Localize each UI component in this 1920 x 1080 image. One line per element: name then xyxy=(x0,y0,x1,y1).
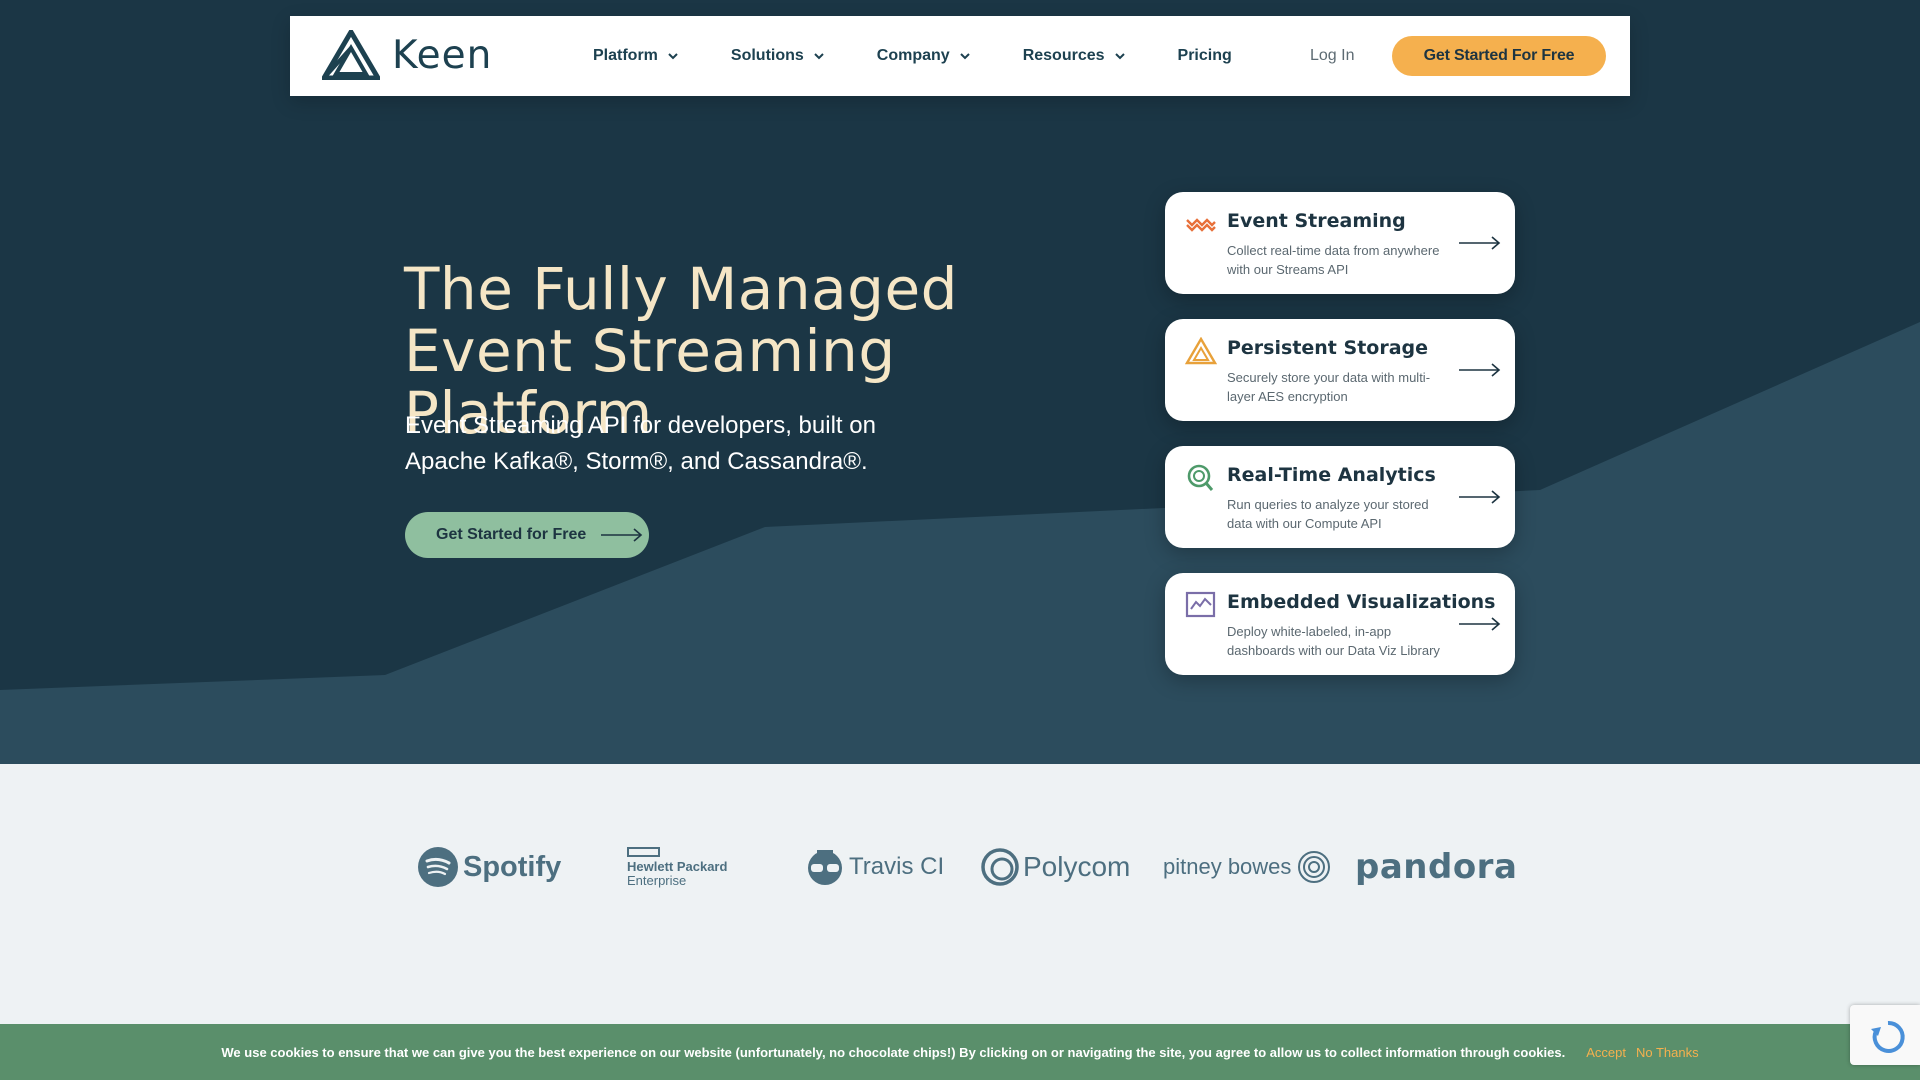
feature-card-title: Persistent Storage xyxy=(1227,337,1429,359)
feature-card-description: Deploy white-labeled, in-app dashboards … xyxy=(1227,624,1440,658)
pitney-bowes-icon xyxy=(1298,851,1331,883)
travis-mascot-icon xyxy=(808,850,842,885)
recaptcha-icon xyxy=(1871,1020,1905,1053)
feature-card-description: Run queries to analyze your stored data … xyxy=(1227,497,1429,531)
pandora-logo: pandora xyxy=(1355,842,1517,892)
hero-subtitle: Event Streaming API for developers, buil… xyxy=(405,412,876,475)
get-started-nav-button[interactable]: Get Started For Free xyxy=(1392,36,1606,76)
polycom-logo-text: Polycom xyxy=(1023,851,1131,882)
travis-ci-logo: Travis CI xyxy=(805,842,944,892)
feature-card-persistent-storage[interactable]: Persistent Storage Securely store your d… xyxy=(1165,319,1515,421)
hero-section: Keen Platform Solutions Company Resource… xyxy=(0,0,1920,764)
nav-item-label: Solutions xyxy=(730,47,804,64)
feature-card-description: Securely store your data with multi-laye… xyxy=(1227,370,1431,404)
spotify-logo-text: Spotify xyxy=(463,850,562,883)
arrow-right-icon xyxy=(601,528,643,542)
hpe-logo: Hewlett Packard Enterprise xyxy=(627,842,727,892)
chevron-down-icon xyxy=(959,53,970,60)
polycom-icon xyxy=(981,848,1019,886)
pandora-logo-text: pandora xyxy=(1355,847,1518,887)
feature-card-embedded-visualizations[interactable]: Embedded Visualizations Deploy white-lab… xyxy=(1165,573,1515,675)
magnifier-icon xyxy=(1187,464,1214,491)
chevron-down-icon xyxy=(668,53,678,60)
cookie-banner: We use cookies to ensure that we can giv… xyxy=(0,1024,1920,1080)
nav-item-platform[interactable]: Platform xyxy=(593,47,679,65)
spotify-icon xyxy=(418,847,458,887)
chevron-down-icon xyxy=(814,53,824,60)
travis-ci-logo-text: Travis CI xyxy=(849,853,945,880)
feature-card-title: Embedded Visualizations xyxy=(1227,591,1496,613)
wave-icon xyxy=(1186,218,1216,232)
keen-logo-text: Keen xyxy=(392,32,493,78)
nav-item-solutions[interactable]: Solutions xyxy=(731,47,825,65)
nav-item-label: Resources xyxy=(1022,47,1105,64)
keen-logo-mark-icon xyxy=(322,30,380,80)
arrow-right-icon xyxy=(1459,236,1501,250)
login-link[interactable]: Log In xyxy=(1310,16,1354,96)
chart-icon xyxy=(1185,591,1216,618)
nav-item-label: Company xyxy=(876,47,950,64)
nav-item-label: Platform xyxy=(593,47,658,64)
hero-cta-label: Get Started for Free xyxy=(436,526,587,543)
spotify-logo: Spotify xyxy=(418,842,561,892)
get-started-hero-button[interactable]: Get Started for Free xyxy=(405,512,649,558)
feature-card-real-time-analytics[interactable]: Real-Time Analytics Run queries to analy… xyxy=(1165,446,1515,548)
cookie-message: We use cookies to ensure that we can giv… xyxy=(221,1044,1566,1060)
customer-logos: Spotify Hewlett Packard Enterprise Travi… xyxy=(0,764,1920,1024)
chevron-down-icon xyxy=(1114,53,1125,60)
pitney-bowes-logo: pitney bowes xyxy=(1163,842,1331,892)
keen-logo[interactable]: Keen xyxy=(322,30,492,80)
feature-card-title: Event Streaming xyxy=(1227,210,1406,232)
recaptcha-badge[interactable] xyxy=(1850,1005,1920,1065)
nav-item-label: Pricing xyxy=(1177,47,1232,64)
arrow-right-icon xyxy=(1459,490,1501,504)
cookie-accept-link[interactable]: Accept xyxy=(1586,1045,1626,1060)
nav-menu: Platform Solutions Company Resources Pri… xyxy=(593,16,1284,96)
feature-card-description: Collect real-time data from anywhere wit… xyxy=(1227,243,1440,277)
polycom-logo: Polycom xyxy=(980,842,1130,892)
top-navigation: Keen Platform Solutions Company Resource… xyxy=(290,16,1630,96)
hpe-rectangle-icon xyxy=(627,846,660,857)
triangle-icon xyxy=(1185,337,1217,365)
nav-item-pricing[interactable]: Pricing xyxy=(1178,47,1232,65)
nav-item-company[interactable]: Company xyxy=(877,47,971,65)
hpe-logo-line1: Hewlett Packard xyxy=(627,858,728,874)
arrow-right-icon xyxy=(1459,617,1501,631)
feature-card-title: Real-Time Analytics xyxy=(1227,464,1436,486)
hpe-logo-line2: Enterprise xyxy=(627,872,687,888)
pitney-bowes-logo-text: pitney bowes xyxy=(1163,854,1292,879)
arrow-right-icon xyxy=(1459,363,1501,377)
nav-item-resources[interactable]: Resources xyxy=(1023,47,1126,65)
feature-card-event-streaming[interactable]: Event Streaming Collect real-time data f… xyxy=(1165,192,1515,294)
cookie-decline-link[interactable]: No Thanks xyxy=(1636,1045,1699,1060)
